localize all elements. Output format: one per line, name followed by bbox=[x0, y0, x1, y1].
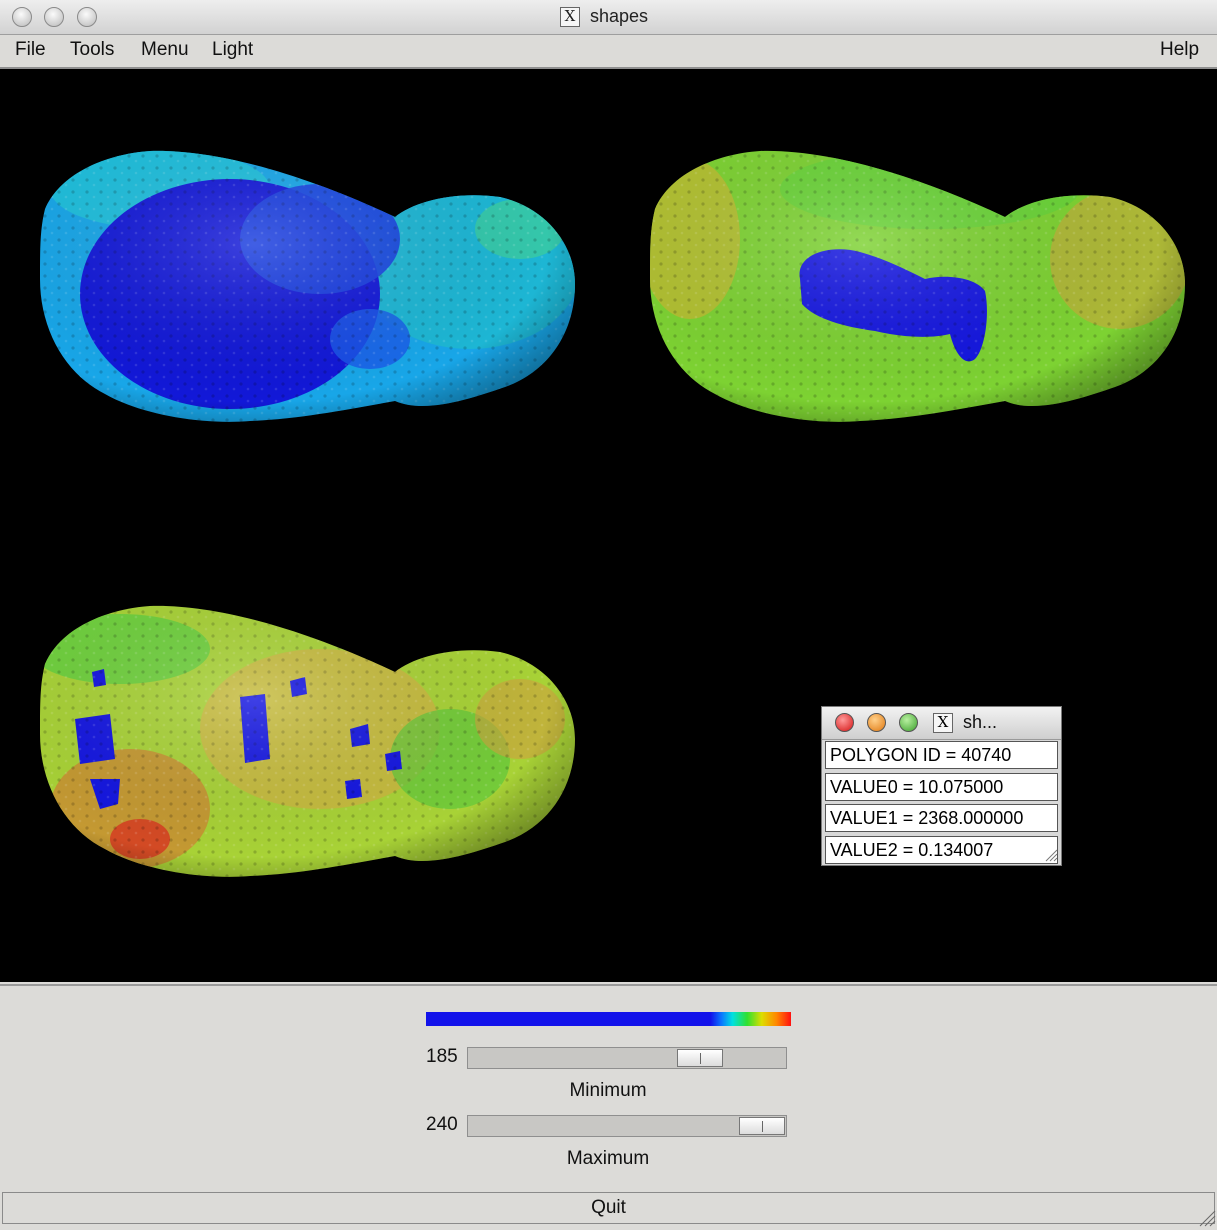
asteroid-model-top-right[interactable] bbox=[640, 139, 1200, 439]
window-title-text: shapes bbox=[590, 6, 649, 26]
polygon-id-field[interactable]: POLYGON ID = 40740 bbox=[825, 741, 1058, 769]
title-bar: X shapes bbox=[0, 0, 1217, 35]
window-title: X shapes bbox=[560, 6, 648, 27]
minimize-window-button[interactable] bbox=[44, 7, 64, 27]
resize-grip-icon[interactable] bbox=[1042, 846, 1058, 862]
value1-field[interactable]: VALUE1 = 2368.000000 bbox=[825, 804, 1058, 832]
minimum-value: 185 bbox=[426, 1046, 458, 1067]
minimum-slider-thumb[interactable] bbox=[677, 1049, 723, 1067]
maximum-value: 240 bbox=[426, 1114, 458, 1135]
popup-minimize-button[interactable] bbox=[867, 713, 886, 732]
value2-field[interactable]: VALUE2 = 0.134007 bbox=[825, 836, 1058, 864]
minimum-label: Minimum bbox=[569, 1080, 647, 1101]
asteroid-model-top-left[interactable] bbox=[30, 139, 590, 439]
polygon-info-window[interactable]: X sh... POLYGON ID = 40740 VALUE0 = 10.0… bbox=[821, 706, 1062, 866]
menu-light[interactable]: Light bbox=[212, 39, 253, 61]
asteroid-model-bottom-left[interactable] bbox=[30, 594, 590, 894]
popup-zoom-button[interactable] bbox=[899, 713, 918, 732]
maximum-slider[interactable] bbox=[467, 1115, 787, 1137]
menu-file[interactable]: File bbox=[15, 39, 46, 61]
menu-bar: File Tools Menu Light Help bbox=[0, 35, 1217, 69]
maximum-label: Maximum bbox=[566, 1148, 650, 1169]
maximum-slider-thumb[interactable] bbox=[739, 1117, 785, 1135]
zoom-window-button[interactable] bbox=[77, 7, 97, 27]
popup-close-button[interactable] bbox=[835, 713, 854, 732]
menu-help[interactable]: Help bbox=[1160, 39, 1199, 61]
x11-icon: X bbox=[560, 6, 580, 27]
menu-tools[interactable]: Tools bbox=[70, 39, 114, 61]
color-scale-bar bbox=[426, 1012, 791, 1026]
popup-title-bar: X sh... bbox=[822, 707, 1061, 740]
x11-icon: X bbox=[933, 713, 953, 733]
popup-title-text: sh... bbox=[963, 712, 998, 732]
quit-button[interactable]: Quit bbox=[2, 1192, 1215, 1224]
minimum-slider[interactable] bbox=[467, 1047, 787, 1069]
menu-menu[interactable]: Menu bbox=[141, 39, 189, 61]
value0-field[interactable]: VALUE0 = 10.075000 bbox=[825, 773, 1058, 801]
window-resize-grip-icon[interactable] bbox=[1196, 1207, 1216, 1227]
close-window-button[interactable] bbox=[12, 7, 32, 27]
